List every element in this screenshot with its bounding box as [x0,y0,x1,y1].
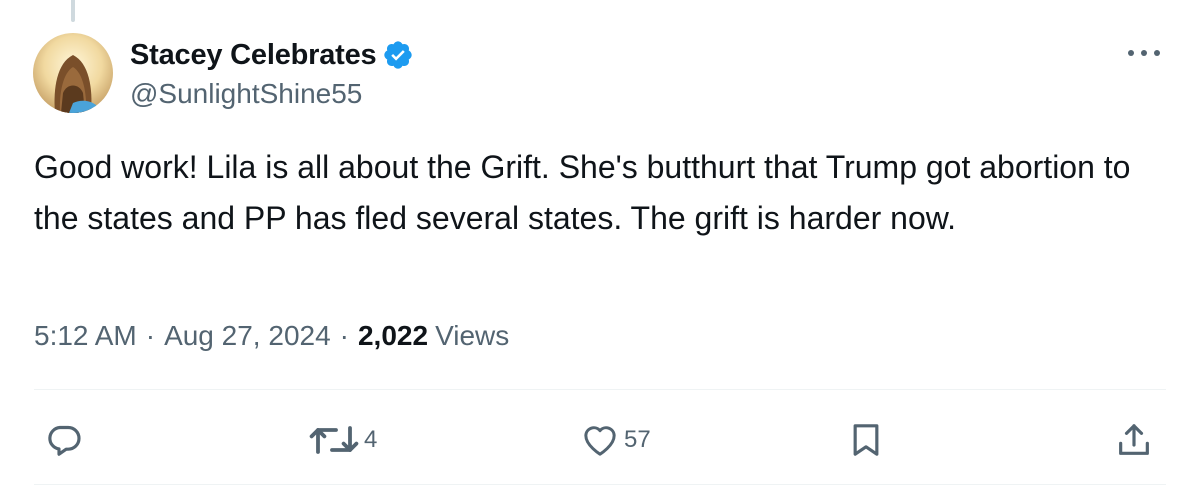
bookmark-icon [853,424,879,456]
divider-bottom [34,484,1166,485]
tweet-time[interactable]: 5:12 AM [34,320,137,352]
like-count: 57 [624,426,651,453]
bookmark-button[interactable] [846,410,886,470]
divider-top [34,389,1166,390]
verified-badge-icon[interactable] [382,39,414,71]
tweet-metadata: 5:12 AM · Aug 27, 2024 · 2,022 Views [34,320,509,352]
retweet-count: 4 [364,426,378,453]
heart-icon [584,426,616,456]
thread-connector-line [71,0,75,22]
author-name-row: Stacey Celebrates [130,38,414,72]
meta-separator: · [145,320,156,351]
more-dots-icon [1128,50,1160,56]
share-icon [1119,424,1149,455]
author-display-name[interactable]: Stacey Celebrates [130,39,377,72]
more-options-button[interactable] [1124,38,1164,68]
action-bar: 4 57 [0,410,1200,470]
tweet-text: Good work! Lila is all about the Grift. … [34,149,1140,236]
reply-icon [48,425,81,456]
views-count[interactable]: 2,022 [358,320,428,352]
retweet-icon [309,426,359,454]
tweet-date[interactable]: Aug 27, 2024 [164,320,331,352]
reply-button[interactable] [44,410,84,470]
avatar-image [33,33,113,113]
meta-separator: · [339,320,349,351]
retweet-button[interactable]: 4 [308,410,377,470]
like-button[interactable]: 57 [580,410,651,470]
share-button[interactable] [1114,410,1154,470]
avatar[interactable] [33,33,113,113]
author-handle[interactable]: @SunlightShine55 [130,78,362,110]
views-label[interactable]: Views [435,320,509,352]
